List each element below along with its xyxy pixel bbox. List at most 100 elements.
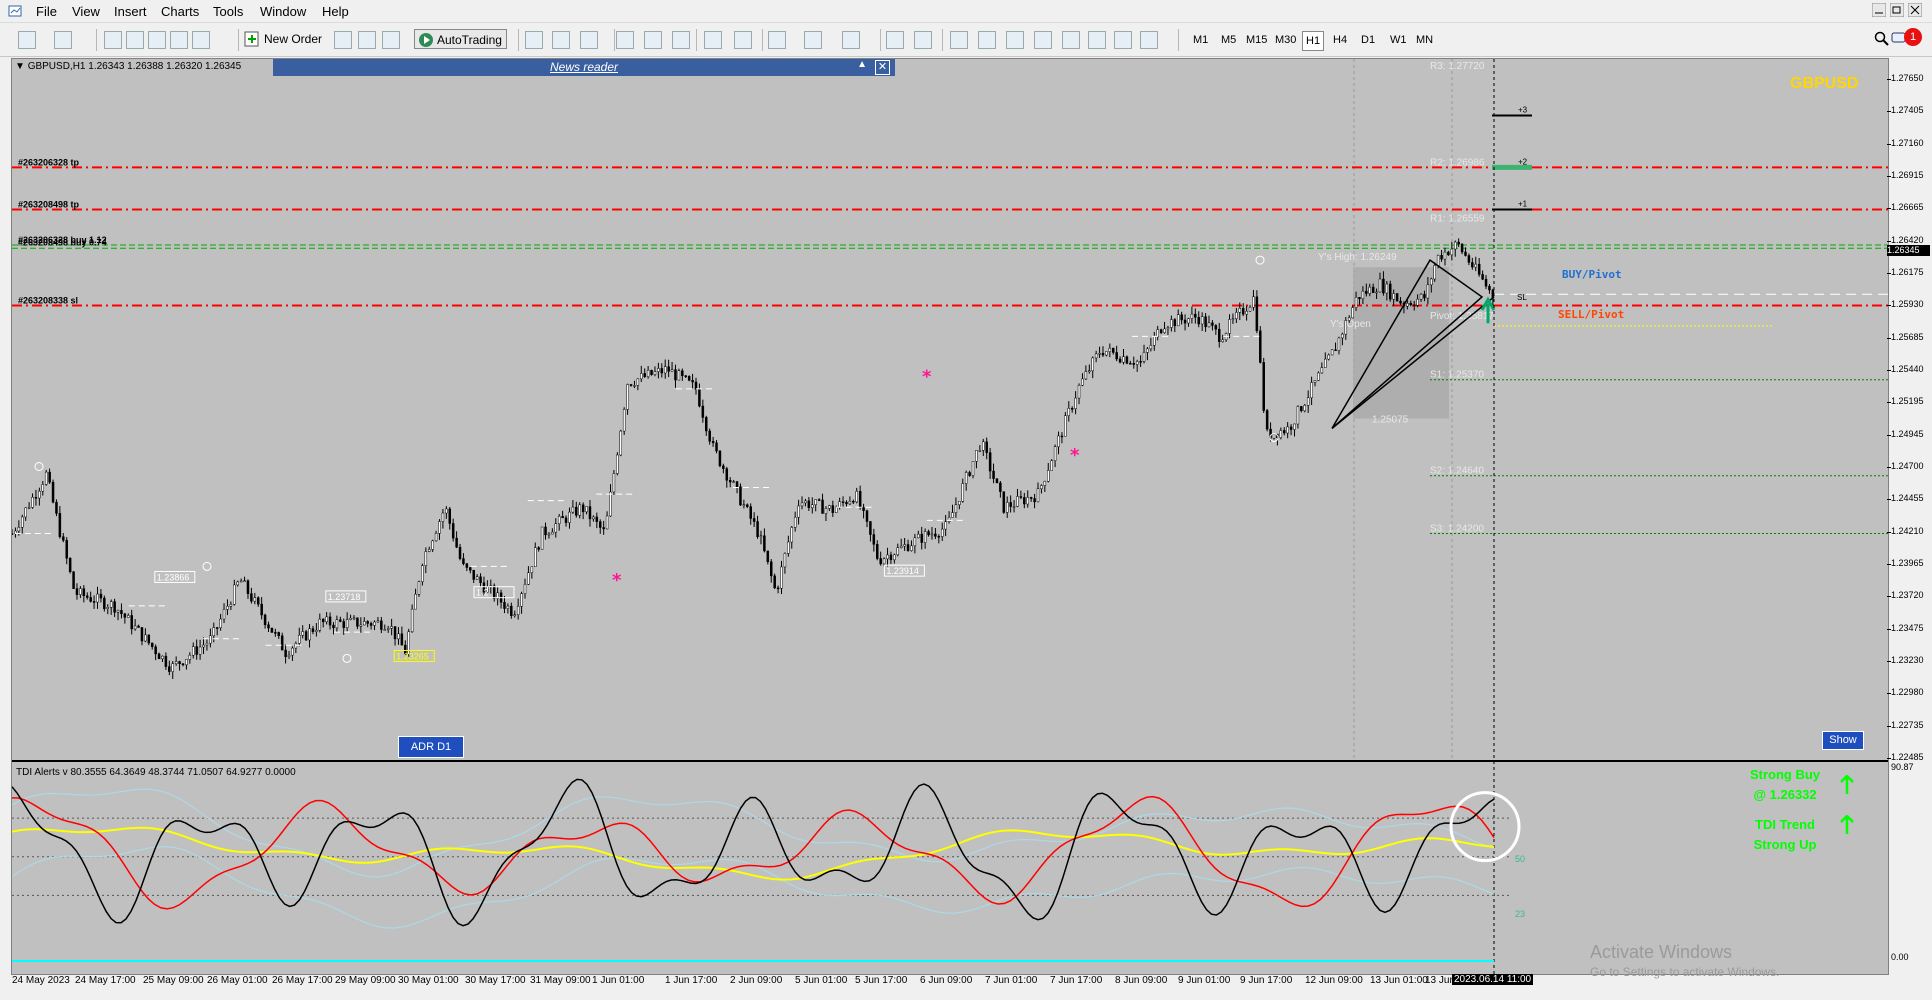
crosshair-icon[interactable] <box>914 31 932 49</box>
timeframe-m1[interactable]: M1 <box>1190 31 1211 49</box>
news-collapse-icon[interactable]: ▲ <box>857 59 867 70</box>
candle-body <box>1382 278 1385 294</box>
candle-body <box>137 625 140 628</box>
new-order-button[interactable]: New Order <box>244 29 322 49</box>
alert-badge[interactable]: 1 <box>1904 28 1922 46</box>
chart-window[interactable]: #263206328 tp #263208498 tp #263206328 buy… <box>11 58 1889 979</box>
signals-icon[interactable] <box>382 31 400 49</box>
templates-icon[interactable] <box>842 31 860 49</box>
price-chart[interactable]: #263206328 tp#263208498 tp#263206328 buy… <box>12 59 1888 759</box>
candle-body <box>893 554 896 561</box>
candle-body <box>1084 371 1088 380</box>
candle-body <box>612 473 616 493</box>
candlestick-icon[interactable] <box>552 31 570 49</box>
tester-icon[interactable] <box>192 31 210 49</box>
menu-tools[interactable]: Tools <box>213 4 243 19</box>
candle-body <box>756 521 759 537</box>
candle-body <box>181 663 185 666</box>
candle-body <box>540 526 544 550</box>
timeframe-m15[interactable]: M15 <box>1243 31 1270 49</box>
profiles-icon[interactable] <box>54 31 72 49</box>
y-axis-tick: 1.26420 <box>1891 234 1924 245</box>
terminal-icon[interactable] <box>170 31 188 49</box>
text-label-icon[interactable] <box>1114 31 1132 49</box>
news-close-icon[interactable]: ✕ <box>875 60 890 75</box>
candle-body <box>718 450 722 467</box>
y-axis-tick: 1.25440 <box>1891 364 1924 374</box>
candle-body <box>776 587 780 590</box>
candle-body <box>1453 241 1457 250</box>
vertical-line-icon[interactable] <box>950 31 968 49</box>
line-chart-icon[interactable] <box>580 31 598 49</box>
candle-body <box>383 629 387 631</box>
chart-shift-icon[interactable] <box>704 31 722 49</box>
zoom-out-icon[interactable] <box>644 31 662 49</box>
timeframe-h4[interactable]: H4 <box>1330 31 1350 49</box>
candle-body <box>1443 251 1447 260</box>
menu-charts[interactable]: Charts <box>161 4 199 19</box>
search-icon[interactable] <box>1874 31 1890 51</box>
x-axis-tick: 13 Jun 01:00 <box>1370 975 1428 986</box>
candle-body <box>800 502 804 507</box>
cursor-icon[interactable] <box>886 31 904 49</box>
menu-file[interactable]: File <box>36 4 57 19</box>
timeframe-m5[interactable]: M5 <box>1218 31 1239 49</box>
periods-icon[interactable] <box>804 31 822 49</box>
show-button[interactable]: Show <box>1822 731 1864 750</box>
collapse-icon[interactable]: ▼ <box>15 61 25 72</box>
adr-d1-button[interactable]: ADR D1 <box>398 736 464 758</box>
y-axis-tick: 1.26915 <box>1891 170 1924 180</box>
menu-insert[interactable]: Insert <box>114 4 147 19</box>
timeframe-h1[interactable]: H1 <box>1302 31 1325 51</box>
candle-body <box>1433 265 1436 280</box>
candle-body <box>434 533 438 542</box>
menu-view[interactable]: View <box>72 4 100 19</box>
x-axis-tick: 24 May 2023 <box>12 975 70 986</box>
candle-body <box>1207 322 1211 328</box>
channel-icon[interactable] <box>1034 31 1052 49</box>
candle-body <box>831 505 835 513</box>
navigator-icon[interactable] <box>126 31 144 49</box>
zoom-in-icon[interactable] <box>616 31 634 49</box>
tdi-signal-line <box>12 795 1495 910</box>
candle-body <box>34 497 38 499</box>
candle-body <box>694 381 698 390</box>
candle-body <box>116 610 120 613</box>
news-reader-bar[interactable]: News reader ▲ ✕ <box>273 59 895 76</box>
candle-body <box>711 441 715 444</box>
minimize-icon[interactable] <box>1871 2 1887 20</box>
candle-body <box>1395 293 1399 302</box>
close-icon[interactable] <box>1907 2 1923 20</box>
mailbox-icon[interactable] <box>358 31 376 49</box>
market-watch-icon[interactable] <box>104 31 122 49</box>
news-reader-title[interactable]: News reader <box>273 60 895 74</box>
bar-chart-icon[interactable] <box>525 31 543 49</box>
timeframe-w1[interactable]: W1 <box>1387 31 1410 49</box>
candle-body <box>503 602 506 609</box>
new-chart-icon[interactable] <box>18 31 36 49</box>
restore-icon[interactable] <box>1889 2 1905 20</box>
timeframe-m30[interactable]: M30 <box>1272 31 1299 49</box>
chart-header: ▼ GBPUSD,H1 1.26343 1.26388 1.26320 1.26… <box>15 61 241 72</box>
candle-body <box>811 504 814 508</box>
arrows-icon[interactable] <box>1140 31 1158 49</box>
timeframe-d1[interactable]: D1 <box>1358 31 1378 49</box>
timeframe-mn[interactable]: MN <box>1413 31 1436 49</box>
tile-windows-icon[interactable] <box>672 31 690 49</box>
menu-window[interactable]: Window <box>260 4 306 19</box>
menu-help[interactable]: Help <box>322 4 349 19</box>
fibonacci-icon[interactable] <box>1062 31 1080 49</box>
candle-body <box>920 533 923 543</box>
candle-body <box>605 515 609 530</box>
horizontal-line-icon[interactable] <box>978 31 996 49</box>
candle-body <box>1170 319 1173 328</box>
metaeditor-icon[interactable] <box>334 31 352 49</box>
data-window-icon[interactable] <box>148 31 166 49</box>
candle-body <box>783 553 787 568</box>
trendline-icon[interactable] <box>1006 31 1024 49</box>
candle-body <box>858 491 862 508</box>
text-icon[interactable] <box>1088 31 1106 49</box>
indicators-icon[interactable] <box>768 31 786 49</box>
autoscroll-icon[interactable] <box>734 31 752 49</box>
autotrading-button[interactable]: AutoTrading <box>414 29 507 49</box>
